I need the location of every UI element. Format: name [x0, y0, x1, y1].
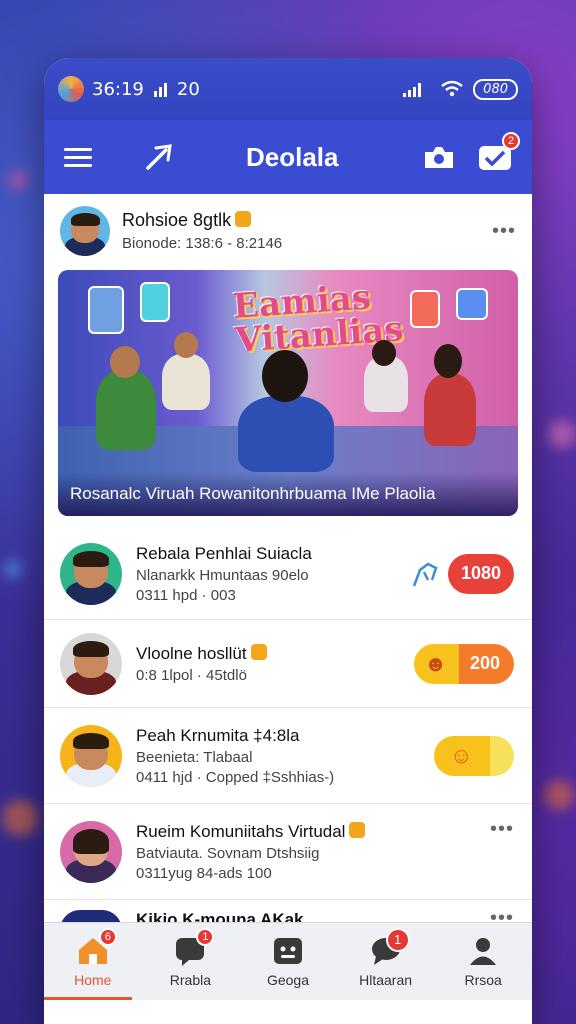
screen-panel [88, 286, 124, 334]
item-subtitle: Beenieta: Tlabaal [136, 748, 253, 766]
person-figure [424, 374, 476, 446]
post-header: Rohsioe 8gtlk Bionode: 138:6 - 8:2146 ••… [44, 194, 532, 264]
nav-badge: 1 [385, 927, 410, 952]
phone-screen: 36:19 20 080 Deolala 2 Rohsioe 8gtlk Bio… [44, 58, 532, 1024]
item-meta: 0311yug 84-ads 100 [136, 864, 272, 882]
person-head [434, 344, 462, 378]
app-bar: Deolala 2 [44, 120, 532, 194]
more-options-icon[interactable]: ••• [492, 220, 516, 243]
chat-icon: 1 [174, 927, 215, 966]
item-title: Rueim Komuniitahs Virtudal [136, 822, 490, 842]
menu-icon[interactable] [64, 143, 92, 172]
person-figure [238, 396, 334, 472]
nav-label: Hltaaran [359, 971, 413, 988]
item-meta: 0311 hpd · 003 [136, 586, 236, 604]
smile-icon: ☻ [424, 650, 448, 676]
nav-notifications[interactable]: 1 Hltaaran [337, 923, 435, 1000]
nav-label: Rrsoa [464, 971, 502, 988]
item-meta: 0411 hjd · Copped ‡Sshhias-) [136, 768, 335, 786]
wave-hand-icon[interactable] [410, 558, 442, 590]
smile-toggle[interactable]: ☺ [434, 735, 514, 776]
battery-icon: 080 [473, 78, 518, 100]
list-item[interactable]: Peah Krnumita ‡4:8la Beenieta: Tlabaal 0… [44, 708, 532, 804]
share-arrow-icon[interactable] [144, 142, 178, 172]
person-head [372, 340, 396, 366]
nav-badge: 6 [98, 927, 117, 946]
action-count-button[interactable]: 1080 [448, 553, 514, 594]
person-head [262, 350, 308, 402]
person-icon [467, 936, 499, 966]
item-title: Vloolne hosllüt [136, 644, 414, 664]
emoji-badge-icon [349, 822, 366, 839]
groups-icon [272, 936, 304, 966]
emoji-badge-icon [250, 644, 267, 661]
list-item[interactable]: Rebala Penhlai Suiacla Nlanarkk Hmuntaas… [44, 528, 532, 620]
network-label: 20 [176, 78, 200, 100]
nav-home[interactable]: 6 Home [44, 923, 142, 1000]
post-meta: Bionode: 138:6 - 8:2146 [122, 235, 283, 252]
wifi-icon [441, 80, 463, 97]
screen-panel [140, 282, 170, 322]
more-options-icon[interactable]: ••• [490, 818, 514, 841]
person-head [174, 332, 198, 358]
signal-icon [153, 81, 167, 97]
bokeh-light [2, 800, 38, 836]
status-bar: 36:19 20 080 [44, 58, 532, 120]
item-subtitle: Batviauta. Sovnam Dtshsiig [136, 844, 320, 862]
nav-label: Rrabla [169, 971, 212, 988]
member-avatar [60, 724, 122, 787]
screen-panel [410, 290, 440, 328]
member-avatar [60, 542, 122, 605]
screen-panel [456, 288, 488, 320]
bokeh-light [4, 560, 22, 578]
person-figure [162, 354, 210, 410]
bokeh-light [8, 170, 28, 190]
nav-profile[interactable]: Rrsoa [434, 923, 532, 1000]
item-title: Rebala Penhlai Suiacla [136, 543, 312, 563]
item-subtitle: Nlanarkk Hmuntaas 90elo [136, 566, 309, 584]
post-banner-image[interactable]: Eamias Vitanlias Rosanalc Viruah Rowanito… [58, 270, 518, 516]
nav-messages[interactable]: 1 Rrabla [142, 923, 240, 1000]
bokeh-light [548, 420, 576, 448]
nav-label: Geoga [266, 971, 309, 988]
bokeh-light [544, 780, 574, 810]
person-figure [96, 370, 156, 450]
camera-icon[interactable] [422, 140, 456, 174]
notifications-button[interactable]: 2 [478, 132, 520, 174]
profile-avatar-icon [58, 76, 84, 102]
speech-bubble-icon: 1 [370, 927, 410, 966]
home-icon: 6 [77, 927, 117, 966]
person-head [110, 346, 140, 378]
status-time: 36:19 [92, 78, 144, 100]
list-item[interactable]: Vloolne hosllüt 0:8 1lpol · 45tdlö ☻ 200 [44, 620, 532, 708]
member-avatar [60, 820, 122, 883]
list-item[interactable]: Rueim Komuniitahs Virtudal Batviauta. So… [44, 804, 532, 900]
item-title: Peah Krnumita ‡4:8la [136, 725, 300, 745]
nav-badge: 1 [196, 927, 215, 946]
nav-groups[interactable]: Geoga [239, 923, 337, 1000]
app-title: Deolala [246, 141, 339, 172]
smile-reaction-button[interactable]: ☻ 200 [414, 643, 514, 684]
smile-icon: ☺ [450, 742, 473, 768]
list-peek-below-nav [44, 1000, 532, 1024]
post-author-name[interactable]: Rohsioe 8gtlk [122, 210, 282, 231]
author-avatar[interactable] [60, 206, 110, 256]
banner-caption: Rosanalc Viruah Rowanitonhrbuama IMe Pla… [58, 472, 518, 516]
nav-label: Home [74, 971, 112, 988]
member-avatar [60, 632, 122, 695]
bottom-navigation: 6 Home 1 Rrabla Geoga 1 Hltaaran Rrsoa [44, 922, 532, 1000]
emoji-badge-icon [235, 211, 252, 228]
notification-badge: 2 [502, 132, 520, 150]
item-subtitle: 0:8 1lpol · 45tdlö [136, 666, 247, 684]
cell-signal-icon [403, 81, 422, 97]
community-list: Rebala Penhlai Suiacla Nlanarkk Hmuntaas… [44, 528, 532, 930]
